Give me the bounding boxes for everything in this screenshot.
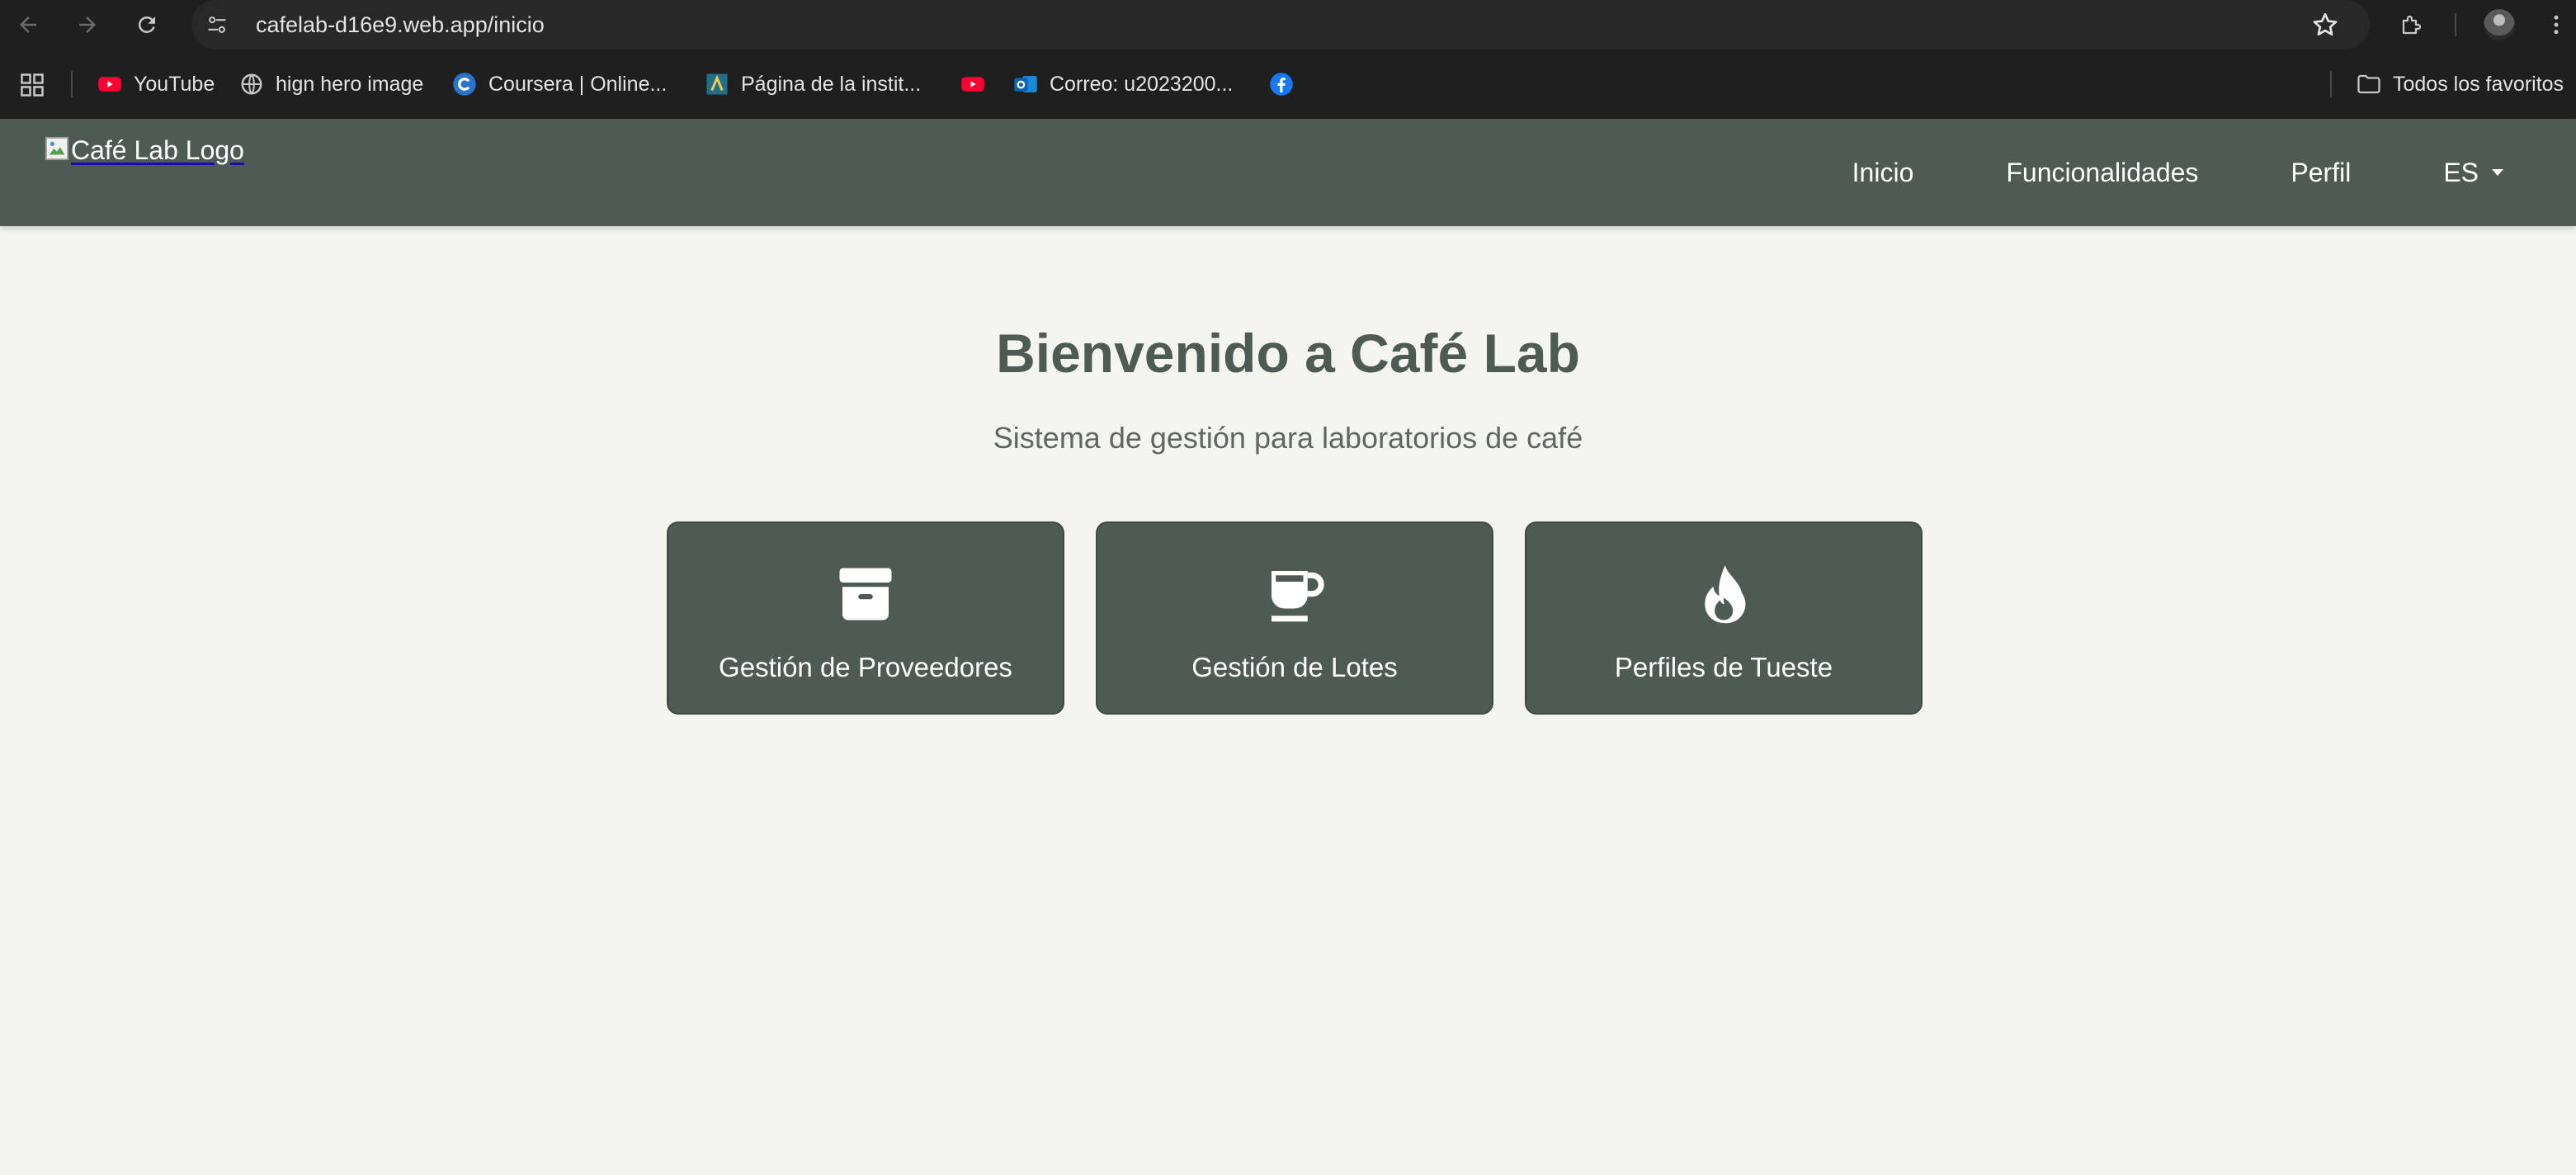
bookmarks-divider [2330, 71, 2332, 97]
browser-toolbar: cafelab-d16e9.web.app/inicio [0, 0, 2576, 50]
youtube-icon [97, 72, 122, 97]
nav-link-funcionalidades[interactable]: Funcionalidades [2006, 158, 2198, 188]
puzzle-icon [2402, 15, 2422, 35]
institution-icon [705, 72, 729, 97]
more-vertical-icon [2554, 15, 2559, 35]
bookmark-coursera[interactable]: Coursera | Online... [452, 68, 667, 101]
archive-box-icon [831, 559, 900, 629]
nav-link-perfil[interactable]: Perfil [2291, 158, 2351, 188]
card-label: Gestión de Lotes [1191, 652, 1398, 682]
language-code: ES [2443, 157, 2479, 187]
url-text[interactable]: cafelab-d16e9.web.app/inicio [256, 12, 545, 38]
bookmark-outlook[interactable]: Correo: u2023200... [1013, 68, 1233, 101]
app-header: Café Lab Logo Inicio Funcionalidades Per… [0, 119, 2576, 226]
reload-icon [138, 16, 155, 33]
facebook-icon [1269, 72, 1294, 97]
page-title: Bienvenido a Café Lab [996, 323, 1580, 384]
bookmark-youtube-2[interactable] [960, 68, 997, 101]
all-bookmarks-button[interactable]: Todos los favoritos [2357, 68, 2564, 101]
broken-image-icon [45, 136, 69, 161]
nav-link-inicio[interactable]: Inicio [1852, 158, 1914, 188]
forward-button[interactable] [71, 8, 104, 41]
bookmark-youtube[interactable]: YouTube [97, 68, 215, 101]
card-perfiles-tueste[interactable]: Perfiles de Tueste [1525, 521, 1923, 715]
bookmark-facebook[interactable] [1269, 68, 1305, 101]
bookmark-label: hign hero image [276, 72, 424, 96]
bookmark-label: Página de la instit... [741, 72, 922, 96]
coursera-icon [452, 72, 477, 97]
bookmarks-divider [71, 71, 73, 97]
apps-grid-icon[interactable] [20, 73, 45, 97]
page-subtitle: Sistema de gestión para laboratorios de … [993, 421, 1583, 455]
back-button[interactable] [12, 8, 45, 41]
logo-link[interactable]: Café Lab Logo [45, 135, 244, 166]
tune-icon [208, 17, 226, 33]
browser-menu-button[interactable] [2540, 8, 2573, 41]
language-selector[interactable]: ES [2443, 158, 2503, 188]
logo-alt-text: Café Lab Logo [71, 135, 244, 165]
bookmark-label: Coursera | Online... [488, 72, 668, 96]
outlook-icon [1013, 72, 1038, 97]
reload-button[interactable] [130, 8, 163, 41]
site-info-button[interactable] [198, 6, 236, 44]
arrow-left-icon [20, 17, 36, 33]
globe-icon [239, 72, 264, 97]
bookmark-label: YouTube [134, 72, 215, 96]
arrow-right-icon [79, 17, 96, 33]
card-label: Perfiles de Tueste [1614, 652, 1833, 682]
bookmark-label: Correo: u2023200... [1050, 72, 1234, 96]
card-label: Gestión de Proveedores [719, 652, 1012, 682]
bookmarks-bar: YouTube hign hero image Coursera | Onlin… [0, 50, 2576, 119]
toolbar-divider [2455, 13, 2456, 36]
main-nav: Inicio Funcionalidades Perfil ES [1852, 119, 2576, 226]
card-gestion-lotes[interactable]: Gestión de Lotes [1096, 521, 1493, 715]
youtube-icon [960, 72, 985, 97]
flame-icon [1689, 559, 1758, 629]
folder-icon [2357, 72, 2381, 97]
caret-down-icon [2492, 169, 2503, 176]
all-bookmarks-label: Todos los favoritos [2393, 72, 2564, 96]
bookmark-star-icon[interactable] [2310, 10, 2340, 40]
bookmark-institution[interactable]: Página de la instit... [705, 68, 921, 101]
extensions-button[interactable] [2395, 8, 2428, 41]
bookmark-hero-image[interactable]: hign hero image [239, 68, 423, 101]
profile-avatar[interactable] [2484, 9, 2515, 40]
address-bar[interactable]: cafelab-d16e9.web.app/inicio [191, 0, 2370, 50]
coffee-cup-icon [1260, 559, 1329, 629]
card-gestion-proveedores[interactable]: Gestión de Proveedores [667, 521, 1064, 715]
